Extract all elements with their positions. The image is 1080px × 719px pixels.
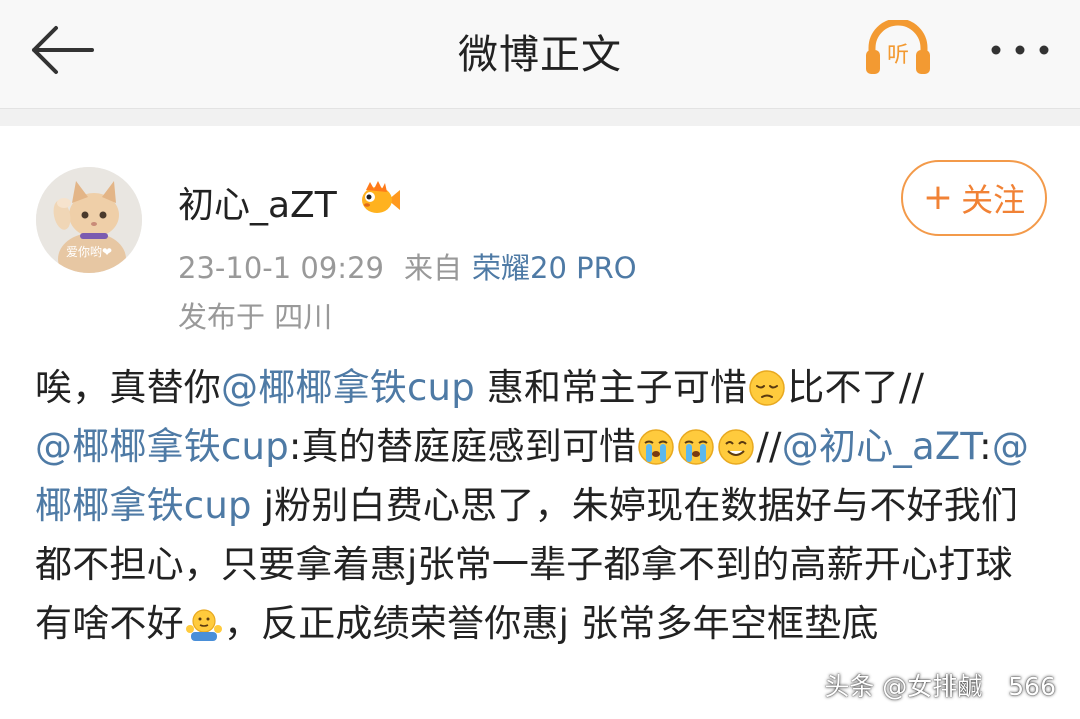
follow-label: 关注: [961, 181, 1026, 219]
listen-headphone-icon[interactable]: 听: [862, 18, 934, 78]
mention-link[interactable]: @初心_aZT: [782, 425, 979, 468]
follow-button[interactable]: + 关注: [901, 160, 1047, 236]
plus-icon: +: [922, 177, 954, 218]
section-divider: [0, 109, 1080, 126]
content-text: 比不了//: [787, 366, 925, 409]
post-location: 发布于 四川: [178, 300, 333, 334]
content-text: ，反正成绩荣誉你惠j 张常多年空框垫底: [223, 602, 879, 645]
mention-link[interactable]: @椰椰拿铁cup: [35, 425, 289, 468]
listen-label: 听: [887, 43, 909, 68]
fish-badge-icon: [358, 180, 402, 220]
pensive-emoji: [748, 365, 786, 406]
via-label: 来自: [403, 251, 462, 285]
more-dots-icon[interactable]: [984, 30, 1056, 70]
device-link[interactable]: 荣耀20 PRO: [472, 251, 637, 285]
post-content: 唉，真替你@椰椰拿铁cup 惠和常主子可惜 比不了//@椰椰拿铁cup:真的替庭庭…: [35, 358, 1047, 653]
avatar-caption: 爱你哟❤: [65, 245, 113, 259]
crying-emoji: [637, 424, 675, 465]
watermark-text: 头条 @女排鹹: [824, 672, 983, 701]
content-text: 唉，真替你: [35, 366, 221, 409]
top-nav-bar: 微博正文 听: [0, 0, 1080, 109]
watermark-count: 566: [1008, 672, 1056, 701]
smiling-emoji: [717, 424, 755, 465]
post-meta: 23-10-1 09:29 来自 荣耀20 PRO: [178, 245, 637, 287]
author-name[interactable]: 初心_aZT: [178, 176, 337, 228]
content-text: :真的替庭庭感到可惜: [288, 425, 637, 468]
content-text: 惠和常主子可惜: [474, 366, 748, 409]
content-text: :: [979, 425, 992, 468]
watermark: 头条 @女排鹹 566: [824, 667, 1056, 703]
content-text: //: [756, 425, 782, 468]
mention-link[interactable]: @椰椰拿铁cup: [221, 366, 475, 409]
crying-emoji: [677, 424, 715, 465]
shrug-emoji: [185, 601, 223, 641]
avatar[interactable]: 爱你哟❤: [36, 167, 142, 273]
post-time: 23-10-1 09:29: [178, 251, 384, 285]
